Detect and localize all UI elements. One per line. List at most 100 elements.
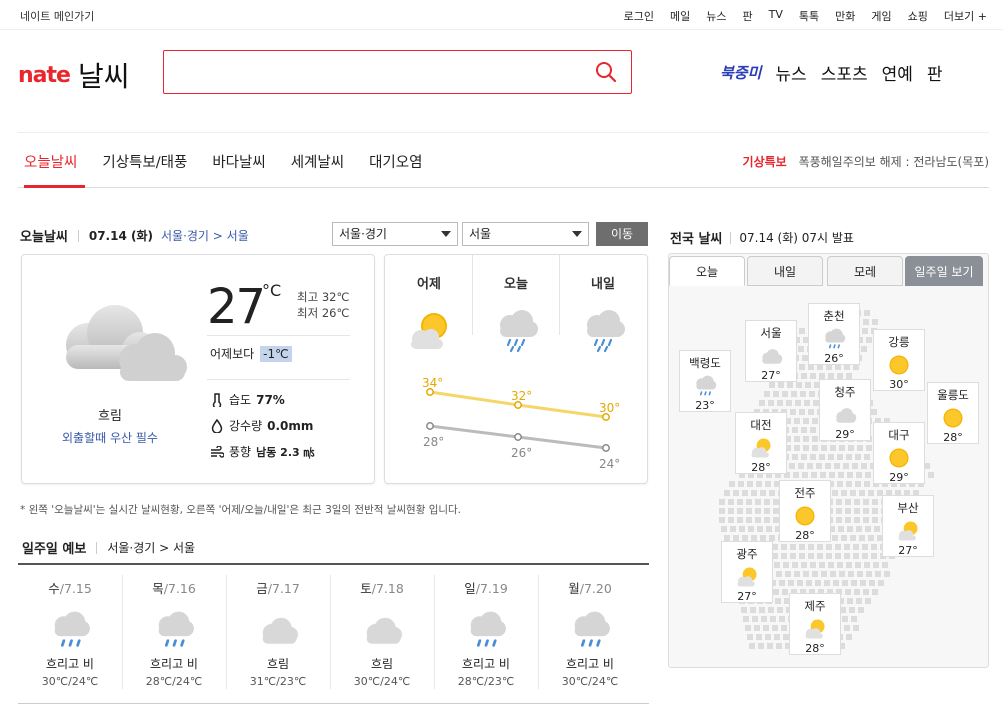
city-card[interactable]: 춘천 26° [808,303,860,365]
region-select[interactable]: 서울·경기 [332,222,458,246]
weekly-temps: 30℃/24℃ [353,675,411,688]
city-card[interactable]: 백령도 23° [679,350,731,412]
city-temp: 28° [943,431,963,444]
search-box [163,50,632,94]
tab-weekly-view[interactable]: 일주일 보기 [905,256,983,286]
raindrop-icon [211,418,223,433]
partly-cloudy-icon [737,567,757,587]
city-temp: 29° [835,428,855,441]
low-label: 24° [599,457,620,471]
rain-cloud-icon [500,310,538,353]
weekly-condition: 흐리고 비 [46,657,94,671]
city-name: 전주 [794,486,816,500]
city-card[interactable]: 대전 28° [735,412,787,474]
menu-world[interactable]: 세계날씨 [291,151,344,172]
city-card[interactable]: 광주 27° [721,541,773,603]
today-location[interactable]: 서울·경기 > 서울 [161,227,249,244]
menu-today[interactable]: 오늘날씨 [24,151,77,172]
comic-link[interactable]: 만화 [835,8,855,24]
search-input[interactable] [172,51,592,91]
tv-link[interactable]: TV [769,8,783,24]
weekly-temps: 30℃/24℃ [561,675,619,688]
sun-icon [943,408,963,428]
city-select[interactable]: 서울 [462,222,589,246]
city-card[interactable]: 대구 29° [873,422,925,484]
wind: 풍향 남동 2.3 ㎧ [210,443,314,460]
header-links: 북중미 뉴스 스포츠 연예 판 [720,60,957,85]
city-card[interactable]: 부산 27° [882,495,934,557]
login-link[interactable]: 로그인 [624,8,654,24]
three-day-card: 어제 오늘 내일 34° 32° 30° 28° 26° 24° [384,254,648,484]
current-condition: 흐림 [98,409,122,424]
national-header: 전국 날씨 07.14 (화) 07시 발표 [670,228,854,247]
weekly-header: 일주일 예보 서울·경기 > 서울 [22,538,195,557]
city-temp: 27° [898,544,918,557]
today-date: 07.14 (화) [88,229,153,243]
low-temp: 최저 26℃ [297,306,350,320]
city-card[interactable]: 전주 28° [779,480,831,542]
site-logo[interactable]: nate 날씨 [18,58,129,93]
city-name: 춘천 [823,309,845,323]
header-pann-link[interactable]: 판 [927,60,943,85]
city-name: 제주 [804,599,826,613]
worldcup-brand-link[interactable]: 북중미 [720,62,761,83]
game-link[interactable]: 게임 [871,8,891,24]
weekly-date: 수/7.15 [48,581,92,596]
high-label: 30° [599,401,620,415]
city-card[interactable]: 서울 27° [745,320,797,382]
header-sports-link[interactable]: 스포츠 [821,60,868,85]
humidity: 습도 77% [210,391,285,408]
menu-warning-typhoon[interactable]: 기상특보/태풍 [102,151,187,172]
mail-link[interactable]: 메일 [670,8,690,24]
cloud-icon [366,617,402,644]
weather-alert[interactable]: 기상특보 폭풍해일주의보 해제 : 전라남도(목포) [743,153,989,170]
weekly-date: 토/7.18 [360,581,404,596]
tab-day-after[interactable]: 모레 [827,256,903,286]
partly-cloudy-icon [805,619,825,639]
sun-icon [889,355,909,375]
weekly-condition: 흐리고 비 [462,657,510,671]
city-name: 대전 [750,418,772,432]
active-menu-indicator [24,185,85,188]
go-button[interactable]: 이동 [596,222,648,246]
compare-value: -1℃ [260,346,292,362]
menu-sea[interactable]: 바다날씨 [212,151,265,172]
high-low: 최고 32℃ 최저 26℃ [297,289,349,321]
weekly-condition: 흐리고 비 [566,657,614,671]
city-temp: 27° [737,590,757,603]
city-card[interactable]: 울릉도 28° [927,382,979,444]
weekly-date: 목/7.16 [152,581,196,596]
weekly-temps: 28℃/24℃ [145,675,203,688]
header-news-link[interactable]: 뉴스 [775,60,806,85]
talk-link[interactable]: 톡톡 [799,8,819,24]
temperature-trend-chart: 34° 32° 30° 28° 26° 24° [422,376,620,471]
pann-link[interactable]: 판 [743,8,753,24]
search-icon[interactable] [595,61,617,83]
thermometer-icon [212,392,222,407]
yesterday-label: 어제 [417,277,441,292]
city-name: 백령도 [689,356,721,370]
cloud-icon [262,617,298,644]
city-card[interactable]: 강릉 30° [873,329,925,391]
low-point [602,444,610,452]
news-link[interactable]: 뉴스 [706,8,726,24]
shopping-link[interactable]: 쇼핑 [908,8,928,24]
tab-today[interactable]: 오늘 [669,256,745,286]
menu-air-quality[interactable]: 대기오염 [369,151,422,172]
partly-cloudy-icon [898,521,918,541]
city-card[interactable]: 청주 29° [819,379,871,441]
weekly-day-3: 토/7.18 흐림 30℃/24℃ [330,570,434,694]
weekly-condition: 흐림 [266,657,290,671]
rain-cloud-icon [825,328,846,349]
partly-cloudy-icon [751,438,771,458]
city-name: 서울 [760,326,782,340]
tab-tomorrow[interactable]: 내일 [747,256,823,286]
header-entertainment-link[interactable]: 연예 [882,60,913,85]
partly-cloudy-icon [411,313,447,349]
city-card[interactable]: 제주 28° [789,593,841,655]
low-label: 26° [511,446,532,460]
more-link[interactable]: 더보기 + [944,8,987,24]
weekly-day-2: 금/7.17 흐림 31℃/23℃ [226,570,330,694]
compare-yesterday: 어제보다 -1℃ [210,345,292,362]
nate-home-link[interactable]: 네이트 메인가기 [20,8,94,24]
